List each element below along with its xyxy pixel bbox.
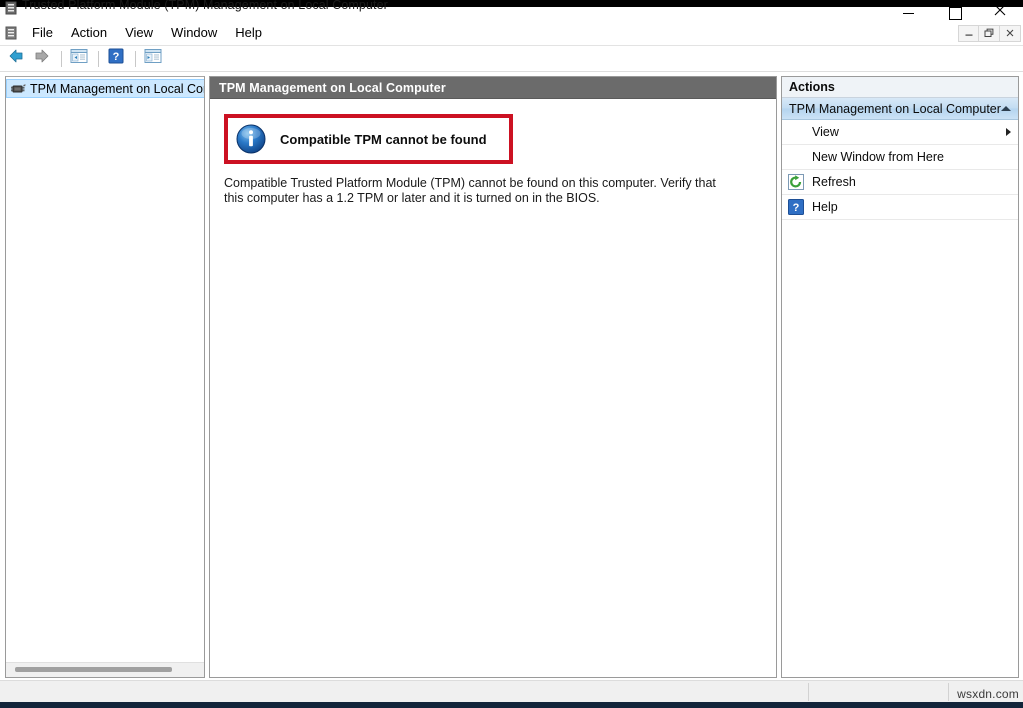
tpm-console-icon (5, 1, 17, 15)
main-title-bar: Trusted Platform Module (TPM) Management… (0, 0, 1023, 20)
close-button[interactable] (977, 0, 1023, 20)
status-bar: wsxdn.com (0, 680, 1023, 702)
forward-button[interactable] (30, 48, 54, 70)
actions-pane-header: Actions (782, 77, 1018, 98)
toolbar: ? (0, 46, 1023, 72)
watermark-text: wsxdn.com (957, 687, 1019, 701)
status-segment-1 (808, 683, 948, 701)
results-pane: TPM Management on Local Computer (209, 76, 777, 678)
show-hide-action-pane-icon (144, 48, 162, 69)
results-header-title: TPM Management on Local Computer (219, 81, 446, 95)
refresh-icon (788, 174, 804, 190)
tpm-management-console-window: Trusted Platform Module (TPM) Management… (0, 0, 1023, 708)
mdi-close-button[interactable] (1000, 25, 1021, 42)
main-window-controls (885, 0, 1023, 20)
action-item-new-window-from-here[interactable]: New Window from Here (782, 145, 1018, 170)
menu-bar: File Action View Window Help (0, 20, 1023, 46)
action-item-refresh[interactable]: Refresh (782, 170, 1018, 195)
show-hide-console-tree-icon (70, 48, 88, 69)
menu-window[interactable]: Window (162, 22, 226, 43)
action-view-icon-placeholder (788, 124, 804, 140)
results-body: Compatible TPM cannot be found Compatibl… (210, 99, 776, 677)
help-icon: ? (788, 199, 804, 215)
window-title: Trusted Platform Module (TPM) Management… (22, 0, 388, 12)
bottom-edge-band (0, 702, 1023, 708)
tree-item-label: TPM Management on Local Comp (30, 82, 205, 96)
alert-title: Compatible TPM cannot be found (280, 132, 487, 147)
collapse-triangle-icon[interactable] (1001, 106, 1011, 111)
action-new-window-icon-placeholder (788, 149, 804, 165)
mdi-minimize-button[interactable] (958, 25, 979, 42)
action-item-label: Help (812, 200, 838, 214)
back-button[interactable] (4, 48, 28, 70)
mdi-window-controls (958, 24, 1021, 42)
forward-icon (33, 48, 51, 69)
action-item-label: View (812, 125, 839, 139)
alert-annotation-box: Compatible TPM cannot be found (224, 114, 513, 164)
show-hide-action-pane-button[interactable] (141, 48, 165, 70)
show-hide-console-tree-button[interactable] (67, 48, 91, 70)
back-icon (7, 48, 25, 69)
maximize-button[interactable] (931, 0, 977, 20)
help-icon: ? (108, 48, 124, 69)
menu-file[interactable]: File (23, 22, 62, 43)
actions-pane-title: Actions (789, 80, 835, 94)
toolbar-separator-1 (61, 51, 62, 67)
toolbar-separator-3 (135, 51, 136, 67)
svg-text:?: ? (113, 51, 120, 63)
action-item-label: New Window from Here (812, 150, 944, 164)
action-item-label: Refresh (812, 175, 856, 189)
action-item-help[interactable]: ? Help (782, 195, 1018, 220)
system-menu-icon[interactable] (5, 26, 17, 40)
menu-view[interactable]: View (116, 22, 162, 43)
action-item-view[interactable]: View (782, 120, 1018, 145)
console-tree-pane: TPM Management on Local Comp (5, 76, 205, 678)
alert-description: Compatible Trusted Platform Module (TPM)… (224, 176, 729, 206)
toolbar-separator-2 (98, 51, 99, 67)
tree-scrollbar-thumb[interactable] (15, 667, 172, 672)
work-area: TPM Management on Local Comp TPM Managem… (0, 72, 1023, 680)
tpm-status-alert: Compatible TPM cannot be found (228, 118, 509, 160)
minimize-button[interactable] (885, 0, 931, 20)
tpm-node-icon (9, 81, 27, 97)
mdi-restore-button[interactable] (979, 25, 1000, 42)
actions-group-label: TPM Management on Local Computer (789, 102, 1001, 116)
results-header: TPM Management on Local Computer (210, 77, 776, 99)
info-icon (236, 124, 266, 154)
menu-action[interactable]: Action (62, 22, 116, 43)
svg-text:?: ? (793, 202, 800, 214)
actions-group-header[interactable]: TPM Management on Local Computer (782, 98, 1018, 120)
tree-item-tpm-management[interactable]: TPM Management on Local Comp (6, 79, 205, 98)
actions-pane: Actions TPM Management on Local Computer… (781, 76, 1019, 678)
help-toolbar-button[interactable]: ? (104, 48, 128, 70)
chevron-right-icon (1006, 128, 1011, 136)
menu-help[interactable]: Help (226, 22, 271, 43)
tree-horizontal-scrollbar[interactable] (6, 662, 204, 677)
